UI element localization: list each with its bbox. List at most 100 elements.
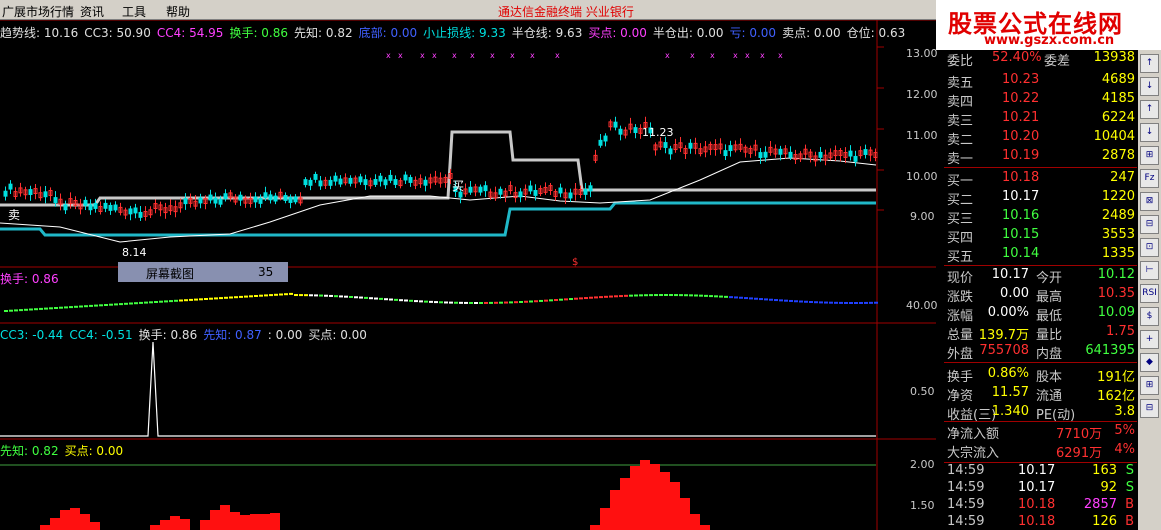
histogram-bar [260,514,270,530]
indicator-dot [329,294,333,297]
candle-body [133,207,138,214]
candle-body [668,148,673,155]
indicator-dot [104,304,108,306]
candle-body [818,151,823,158]
tool-button[interactable]: ⊟ [1140,215,1159,234]
signal-mark: x [420,51,425,60]
ask-price: 10.19 [1002,148,1040,163]
quote-cell: 7710万 [1056,427,1103,442]
indicator-dot [214,297,218,300]
indicator-dot [804,300,808,303]
indicator-dot [289,292,293,295]
tool-button[interactable]: ⊠ [1140,192,1159,211]
indicator-dot [374,297,378,300]
quote-cell: 10.35 [1097,286,1135,301]
quote-cell: 13938 [1093,50,1135,65]
histogram-bar [210,510,220,530]
indicator-dot [84,305,88,308]
candle-body [598,139,603,146]
quote-cell: 1.75 [1106,324,1135,339]
indicator-dot [659,294,663,297]
histogram-bar [220,505,230,530]
indicator-dot [34,308,38,311]
quote-cell: 14:59 [947,463,985,478]
indicator-dot [509,301,513,304]
menu-help[interactable]: 帮助 [166,3,190,20]
quote-cell: 10.09 [1097,305,1135,320]
quote-cell: 191亿 [1097,370,1135,385]
signal-mark: x [710,51,715,60]
indicator-dot [619,295,623,298]
menu-tools[interactable]: 工具 [122,3,146,20]
indicator-value: 卖点: 0.00 [782,26,841,40]
quote-cell: 买三 [947,212,974,227]
indicator-dot [854,301,858,304]
indicator-dot [849,301,853,304]
candle-body [218,198,223,205]
indicator-dot [419,300,423,303]
signal-mark: x [530,51,535,60]
stat-row: 涨跌 0.00 最高 10.35 [944,286,1137,305]
indicator-dot [184,299,188,302]
indicator-value: 趋势线: 10.16 [0,26,79,40]
indicator-dot [769,298,773,301]
signal-mark: $ [572,257,578,268]
histogram-bar [230,512,240,530]
quote-cell: 1.340 [991,404,1029,419]
indicator-dot [319,294,323,297]
candle-body [8,183,13,190]
candle-body [763,151,768,158]
ask-price: 10.23 [1002,72,1040,87]
menu-news[interactable]: 资讯 [80,3,104,20]
tool-button[interactable]: ↑ [1140,100,1159,119]
indicator-dot [629,294,633,297]
quote-cell: 今开 [1036,271,1063,286]
tool-button[interactable]: ⊢ [1140,261,1159,280]
histogram-bar [670,482,680,530]
candle-body [728,145,733,152]
tool-button[interactable]: ↓ [1140,77,1159,96]
indicator-dot [689,294,693,297]
tool-button[interactable]: RSI [1140,284,1159,303]
indicator-dot [389,298,393,301]
divider [944,362,1137,363]
bid-row: 买二 10.17 1220 [944,189,1137,208]
indicator-dot [604,295,608,298]
indicator-dot [119,303,123,306]
quote-cell: 股本 [1036,370,1063,385]
quote-cell: 162亿 [1097,389,1135,404]
panel4-title: 先知: 0.82 买点: 0.00 [0,442,129,459]
tool-button[interactable]: ⊟ [1140,399,1159,418]
indicator-dot [734,296,738,299]
indicator-dot [829,301,833,304]
tool-button[interactable]: ◆ [1140,353,1159,372]
candle-body [568,192,573,199]
signal-mark: x [386,51,391,60]
indicator-dot [209,297,213,300]
menu-market[interactable]: 广展市场行情 [2,3,74,20]
tool-button[interactable]: Fz [1140,169,1159,188]
indicator-dot [559,298,563,301]
indicator-value: CC3: -0.44 [0,328,64,342]
tool-button[interactable]: ↓ [1140,123,1159,142]
tool-button[interactable]: ⊞ [1140,376,1159,395]
indicator-dot [714,295,718,298]
tool-button[interactable]: ⊡ [1140,238,1159,257]
histogram-bar [680,498,690,530]
indicator-dot [414,300,418,303]
indicator-dot [134,302,138,305]
axis-label: 2.00 [910,458,935,471]
candle-body [358,176,363,183]
tool-button[interactable]: ↑ [1140,54,1159,73]
indicator-dot [64,306,68,309]
screenshot-label: 屏幕截图 [146,267,195,281]
tool-button[interactable]: ⊞ [1140,146,1159,165]
tool-button[interactable]: $ [1140,307,1159,326]
indicator-dot [434,301,438,304]
indicator-dot [204,298,208,300]
candle-body [288,197,293,203]
quote-cell: 14:59 [947,480,985,495]
tool-button[interactable]: + [1140,330,1159,349]
quote-cell: 现价 [947,271,974,286]
indicator-dot [229,296,233,299]
